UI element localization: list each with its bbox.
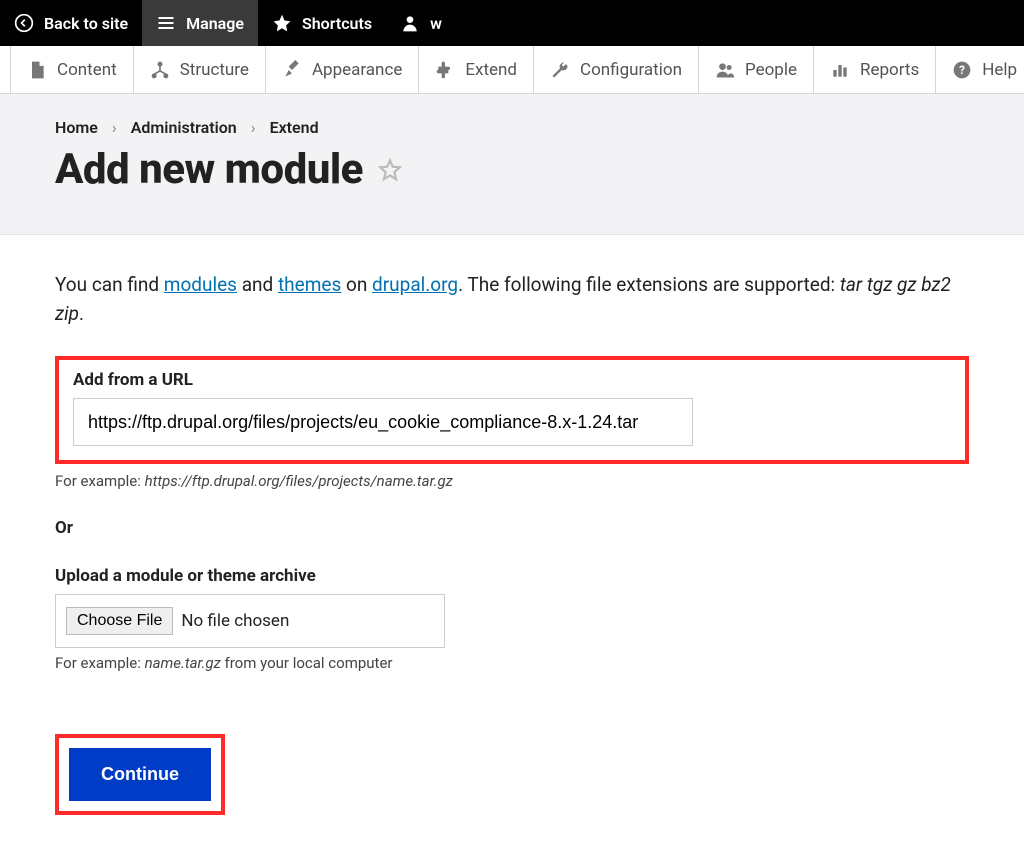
page-header: Home › Administration › Extend Add new m… [0, 94, 1024, 235]
tab-configuration[interactable]: Configuration [534, 46, 699, 93]
bars-icon [830, 60, 850, 80]
tab-extend[interactable]: Extend [419, 46, 534, 93]
continue-button[interactable]: Continue [69, 748, 211, 801]
url-help-prefix: For example: [55, 472, 145, 490]
upload-label: Upload a module or theme archive [55, 566, 969, 586]
star-solid-icon [272, 13, 292, 33]
intro-suffix: . The following file extensions are supp… [458, 273, 840, 296]
tab-structure[interactable]: Structure [134, 46, 266, 93]
question-circle-icon: ? [952, 60, 972, 80]
shortcuts-label: Shortcuts [302, 14, 372, 33]
tab-configuration-label: Configuration [580, 60, 682, 80]
main-content: You can find modules and themes on drupa… [47, 235, 977, 855]
user-menu[interactable]: w [386, 0, 456, 46]
intro-prefix: You can find [55, 273, 164, 296]
breadcrumb-sep: › [112, 118, 117, 137]
url-help: For example: https://ftp.drupal.org/file… [55, 472, 969, 490]
shortcuts-tab[interactable]: Shortcuts [258, 0, 386, 46]
hierarchy-icon [150, 60, 170, 80]
breadcrumb-sep: › [251, 118, 256, 137]
wrench-icon [550, 60, 570, 80]
url-highlight: Add from a URL [55, 356, 969, 464]
breadcrumb-extend[interactable]: Extend [270, 118, 319, 137]
tab-structure-label: Structure [180, 60, 249, 80]
tab-help[interactable]: ? Help [936, 46, 1024, 93]
tab-content[interactable]: Content [10, 46, 134, 93]
tab-reports[interactable]: Reports [814, 46, 936, 93]
intro-mid1: and [237, 273, 278, 296]
url-input[interactable] [73, 398, 693, 446]
tab-content-label: Content [57, 60, 117, 80]
admin-menu: Content Structure Appearance Extend Conf… [0, 46, 1024, 94]
svg-text:?: ? [959, 63, 965, 77]
choose-file-button[interactable]: Choose File [66, 607, 173, 635]
person-icon [400, 13, 420, 33]
intro-text: You can find modules and themes on drupa… [55, 271, 969, 328]
tab-appearance[interactable]: Appearance [266, 46, 419, 93]
tab-extend-label: Extend [465, 60, 517, 80]
url-help-example: https://ftp.drupal.org/files/projects/na… [145, 472, 453, 490]
star-outline-icon[interactable] [377, 157, 403, 183]
url-label: Add from a URL [73, 370, 951, 390]
back-to-site-label: Back to site [44, 14, 128, 33]
tab-people-label: People [745, 60, 797, 80]
upload-help: For example: name.tar.gz from your local… [55, 654, 969, 672]
file-input-wrap: Choose File No file chosen [55, 594, 445, 648]
breadcrumb-administration[interactable]: Administration [131, 118, 237, 137]
no-file-text: No file chosen [181, 611, 289, 631]
tab-appearance-label: Appearance [312, 60, 402, 80]
admin-toolbar: Back to site Manage Shortcuts w [0, 0, 1024, 46]
manage-tab[interactable]: Manage [142, 0, 258, 46]
drupal-link[interactable]: drupal.org [372, 273, 458, 296]
tab-reports-label: Reports [860, 60, 919, 80]
page-title: Add new module [55, 145, 363, 194]
upload-help-suffix: from your local computer [221, 654, 393, 672]
people-icon [715, 60, 735, 80]
puzzle-icon [435, 60, 455, 80]
paintbrush-icon [282, 60, 302, 80]
tab-help-label: Help [982, 60, 1017, 80]
breadcrumb-home[interactable]: Home [55, 118, 98, 137]
user-label: w [430, 14, 442, 33]
tab-people[interactable]: People [699, 46, 814, 93]
breadcrumb: Home › Administration › Extend [55, 118, 969, 137]
upload-help-example: name.tar.gz [145, 654, 221, 672]
hamburger-icon [156, 13, 176, 33]
back-to-site-link[interactable]: Back to site [0, 0, 142, 46]
manage-label: Manage [186, 14, 244, 33]
or-separator: Or [55, 518, 969, 538]
modules-link[interactable]: modules [164, 273, 237, 296]
file-icon [27, 60, 47, 80]
intro-period: . [79, 302, 84, 325]
upload-help-prefix: For example: [55, 654, 145, 672]
arrow-left-circle-icon [14, 13, 34, 33]
themes-link[interactable]: themes [278, 273, 341, 296]
submit-highlight: Continue [55, 734, 225, 815]
intro-mid2: on [341, 273, 372, 296]
